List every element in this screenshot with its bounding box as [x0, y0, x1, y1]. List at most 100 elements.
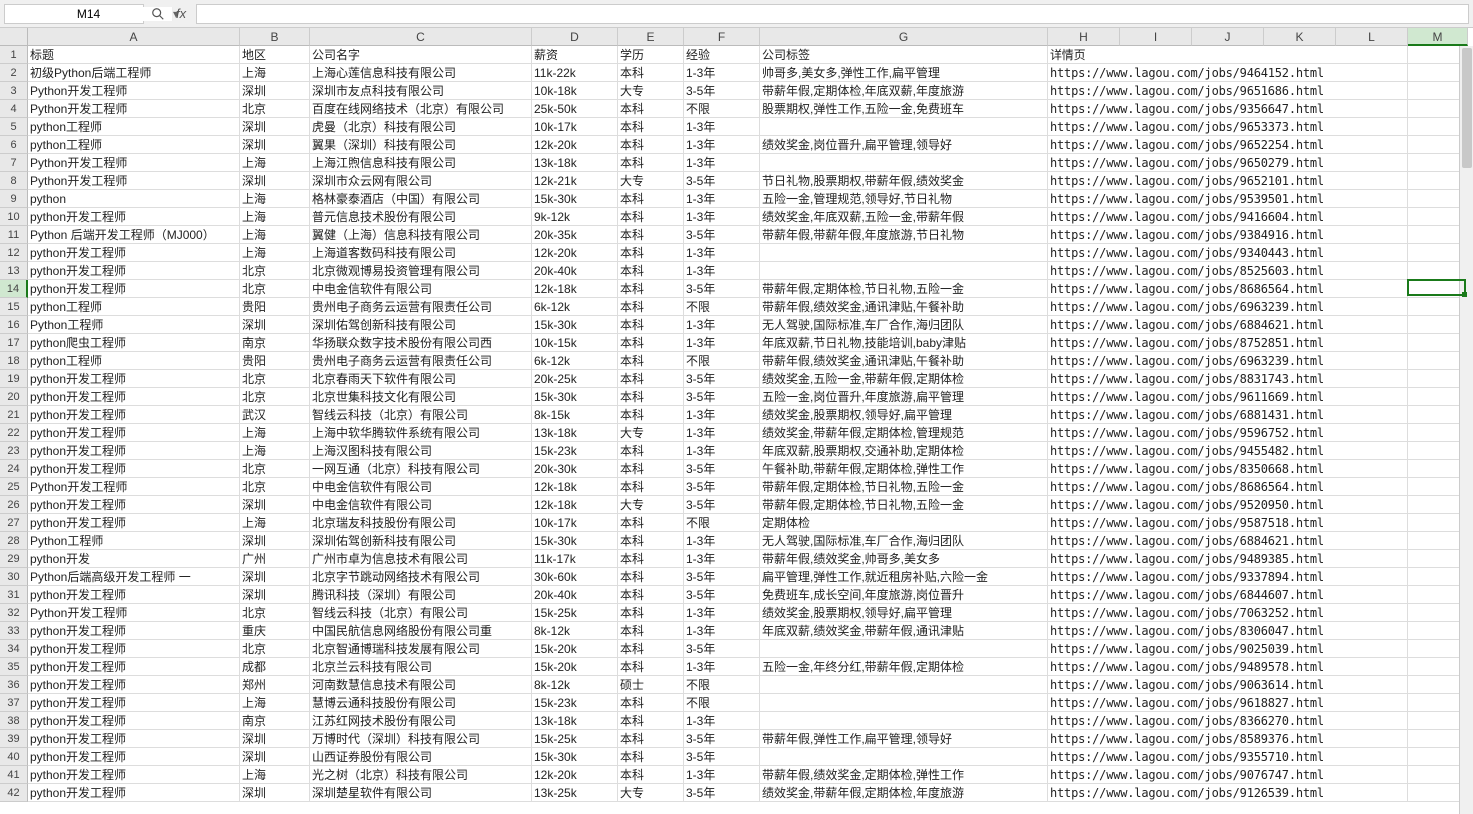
cell[interactable]: 大专: [618, 82, 684, 100]
cell[interactable]: 不限: [684, 298, 760, 316]
row-header-32[interactable]: 32: [0, 604, 28, 622]
cell[interactable]: 成都: [240, 658, 310, 676]
cell[interactable]: 虎曼（北京）科技有限公司: [310, 118, 532, 136]
cell[interactable]: 12k-20k: [532, 766, 618, 784]
cell[interactable]: https://www.lagou.com/jobs/9384916.html: [1048, 226, 1408, 244]
cell[interactable]: python开发工程师: [28, 730, 240, 748]
row-header-1[interactable]: 1: [0, 46, 28, 64]
cell[interactable]: 北京: [240, 640, 310, 658]
cell[interactable]: https://www.lagou.com/jobs/6884621.html: [1048, 532, 1408, 550]
cell[interactable]: 深圳市众云网有限公司: [310, 172, 532, 190]
cell[interactable]: 定期体检: [760, 514, 1048, 532]
cell[interactable]: python开发工程师: [28, 640, 240, 658]
cell[interactable]: 10k-15k: [532, 334, 618, 352]
cell[interactable]: 郑州: [240, 676, 310, 694]
row-header-37[interactable]: 37: [0, 694, 28, 712]
cell[interactable]: 大专: [618, 496, 684, 514]
cell[interactable]: 北京: [240, 280, 310, 298]
cell[interactable]: 3-5年: [684, 748, 760, 766]
cell[interactable]: https://www.lagou.com/jobs/9455482.html: [1048, 442, 1408, 460]
cell[interactable]: 11k-17k: [532, 550, 618, 568]
cell[interactable]: 五险一金,年终分红,带薪年假,定期体检: [760, 658, 1048, 676]
row-header-28[interactable]: 28: [0, 532, 28, 550]
cell[interactable]: 上海: [240, 64, 310, 82]
cell[interactable]: 武汉: [240, 406, 310, 424]
cell[interactable]: 带薪年假,带薪年假,年度旅游,节日礼物: [760, 226, 1048, 244]
cell[interactable]: 深圳佑驾创新科技有限公司: [310, 316, 532, 334]
cell[interactable]: 1-3年: [684, 406, 760, 424]
cell[interactable]: python开发工程师: [28, 244, 240, 262]
cell[interactable]: 10k-17k: [532, 514, 618, 532]
cell[interactable]: 绩效奖金,股票期权,领导好,扁平管理: [760, 604, 1048, 622]
cell[interactable]: 北京智通博瑞科技发展有限公司: [310, 640, 532, 658]
cell[interactable]: https://www.lagou.com/jobs/6884621.html: [1048, 316, 1408, 334]
cell[interactable]: 本科: [618, 316, 684, 334]
cell[interactable]: python开发工程师: [28, 514, 240, 532]
cell[interactable]: 不限: [684, 694, 760, 712]
cell[interactable]: https://www.lagou.com/jobs/8589376.html: [1048, 730, 1408, 748]
col-header-I[interactable]: I: [1120, 28, 1192, 46]
cell[interactable]: 贵阳: [240, 298, 310, 316]
cell[interactable]: 本科: [618, 748, 684, 766]
cell[interactable]: 本科: [618, 442, 684, 460]
col-header-E[interactable]: E: [618, 28, 684, 46]
cell[interactable]: 10k-17k: [532, 118, 618, 136]
cell[interactable]: 不限: [684, 352, 760, 370]
cell[interactable]: https://www.lagou.com/jobs/9653373.html: [1048, 118, 1408, 136]
cell[interactable]: 3-5年: [684, 568, 760, 586]
cell[interactable]: https://www.lagou.com/jobs/9489578.html: [1048, 658, 1408, 676]
cell[interactable]: 经验: [684, 46, 760, 64]
cell[interactable]: https://www.lagou.com/jobs/9126539.html: [1048, 784, 1408, 802]
cell[interactable]: 1-3年: [684, 262, 760, 280]
cell[interactable]: 1-3年: [684, 658, 760, 676]
cell[interactable]: python开发工程师: [28, 748, 240, 766]
cell[interactable]: 上海中软华腾软件系统有限公司: [310, 424, 532, 442]
cell[interactable]: 智线云科技（北京）有限公司: [310, 604, 532, 622]
cell[interactable]: python开发工程师: [28, 622, 240, 640]
cell[interactable]: 上海: [240, 442, 310, 460]
cell[interactable]: 12k-18k: [532, 496, 618, 514]
col-header-G[interactable]: G: [760, 28, 1048, 46]
cell[interactable]: 大专: [618, 784, 684, 802]
formula-bar[interactable]: [196, 4, 1469, 24]
row-header-39[interactable]: 39: [0, 730, 28, 748]
cell[interactable]: 本科: [618, 352, 684, 370]
cell[interactable]: 上海道客数码科技有限公司: [310, 244, 532, 262]
row-header-26[interactable]: 26: [0, 496, 28, 514]
cell[interactable]: 11k-22k: [532, 64, 618, 82]
cell[interactable]: 本科: [618, 136, 684, 154]
row-header-29[interactable]: 29: [0, 550, 28, 568]
cell[interactable]: https://www.lagou.com/jobs/8366270.html: [1048, 712, 1408, 730]
cell[interactable]: 中电金信软件有限公司: [310, 496, 532, 514]
cell[interactable]: python开发工程师: [28, 262, 240, 280]
cell[interactable]: 上海心莲信息科技有限公司: [310, 64, 532, 82]
cell[interactable]: 本科: [618, 334, 684, 352]
cell[interactable]: 初级Python后端工程师: [28, 64, 240, 82]
cell[interactable]: 20k-35k: [532, 226, 618, 244]
cell[interactable]: Python开发工程师: [28, 154, 240, 172]
cell[interactable]: 15k-20k: [532, 640, 618, 658]
cell[interactable]: 深圳: [240, 730, 310, 748]
cell[interactable]: 本科: [618, 154, 684, 172]
cell[interactable]: 本科: [618, 514, 684, 532]
cell[interactable]: 深圳: [240, 784, 310, 802]
zoom-icon[interactable]: [150, 6, 166, 22]
formula-input[interactable]: [197, 5, 1468, 23]
cell[interactable]: 1-3年: [684, 532, 760, 550]
cell[interactable]: https://www.lagou.com/jobs/9025039.html: [1048, 640, 1408, 658]
cell[interactable]: 深圳: [240, 172, 310, 190]
cell[interactable]: [760, 712, 1048, 730]
cell[interactable]: 12k-18k: [532, 280, 618, 298]
cell[interactable]: 上海: [240, 226, 310, 244]
cell[interactable]: 普元信息技术股份有限公司: [310, 208, 532, 226]
row-header-17[interactable]: 17: [0, 334, 28, 352]
row-header-23[interactable]: 23: [0, 442, 28, 460]
cell[interactable]: 深圳佑驾创新科技有限公司: [310, 532, 532, 550]
cell[interactable]: 上海: [240, 244, 310, 262]
cell[interactable]: 大专: [618, 172, 684, 190]
cell[interactable]: python开发工程师: [28, 406, 240, 424]
cell[interactable]: 绩效奖金,股票期权,领导好,扁平管理: [760, 406, 1048, 424]
col-header-H[interactable]: H: [1048, 28, 1120, 46]
cell[interactable]: python开发工程师: [28, 658, 240, 676]
cell[interactable]: [760, 244, 1048, 262]
